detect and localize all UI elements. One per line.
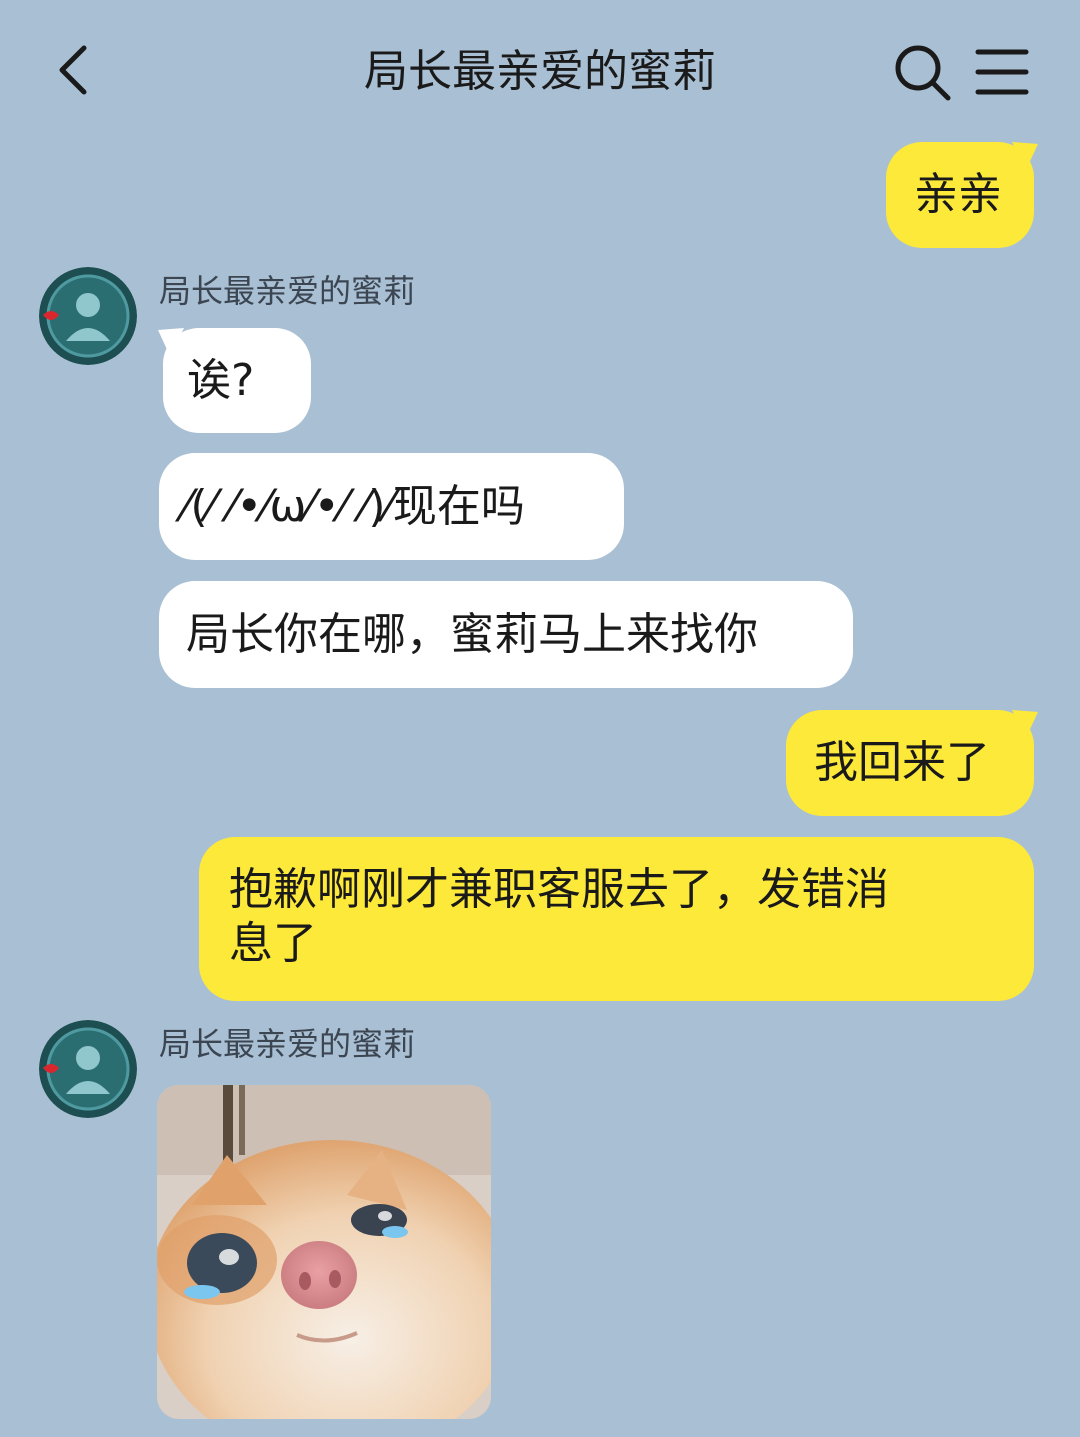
message-text-line: 抱歉啊刚才兼职客服去了，发错消 <box>229 864 889 915</box>
message-bubble-incoming[interactable]: 局长你在哪，蜜莉马上来找你 <box>159 581 853 688</box>
sender-name: 局长最亲爱的蜜莉 <box>159 272 416 310</box>
avatar-icon <box>39 267 137 365</box>
avatar[interactable] <box>39 1020 137 1118</box>
message-text-line: 息了 <box>229 918 317 969</box>
avatar[interactable] <box>39 267 137 365</box>
message-bubble-outgoing[interactable]: 我回来了 <box>786 710 1034 816</box>
message-text: 亲亲 <box>914 169 1002 220</box>
sticker-image[interactable] <box>157 1085 491 1419</box>
message-text: ⁄(⁄ ⁄•⁄ω⁄•⁄ ⁄)⁄现在吗 <box>183 481 525 532</box>
message-bubble-incoming[interactable]: ⁄(⁄ ⁄•⁄ω⁄•⁄ ⁄)⁄现在吗 <box>159 453 624 560</box>
message-bubble-outgoing[interactable]: 抱歉啊刚才兼职客服去了，发错消 息了 <box>199 837 1034 1001</box>
bubble-tail <box>158 328 184 356</box>
bubble-tail <box>1012 142 1038 170</box>
message-text: 局长你在哪，蜜莉马上来找你 <box>186 609 758 660</box>
sender-name: 局长最亲爱的蜜莉 <box>159 1025 416 1063</box>
menu-button[interactable] <box>972 44 1032 100</box>
message-text: 诶? <box>187 355 255 406</box>
message-text: 我回来了 <box>814 737 990 788</box>
message-bubble-incoming[interactable]: 诶? <box>163 328 311 433</box>
menu-icon <box>975 49 1029 95</box>
bubble-tail <box>1012 710 1038 738</box>
avatar-icon <box>39 1020 137 1118</box>
search-button[interactable] <box>890 40 954 104</box>
chat-header: 局长最亲爱的蜜莉 <box>0 0 1080 140</box>
search-icon <box>895 45 951 101</box>
crying-kitten-sticker <box>157 1085 491 1419</box>
